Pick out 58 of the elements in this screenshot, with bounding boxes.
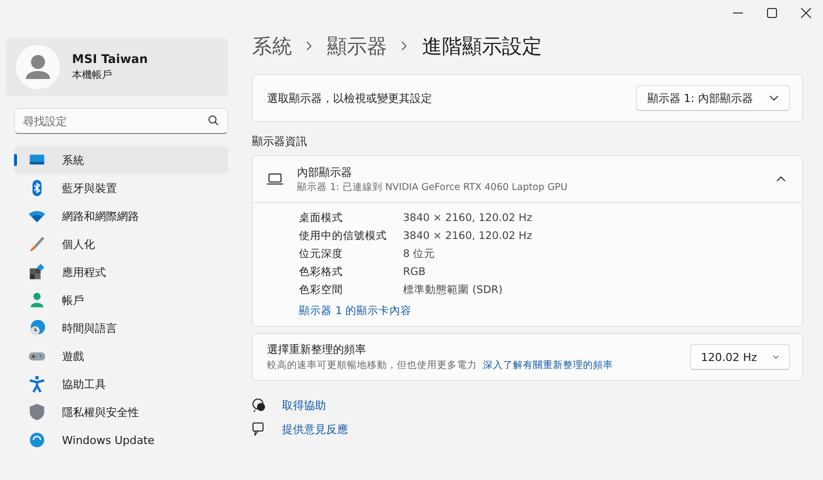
nav-item[interactable]: 網路和網際網路 bbox=[14, 202, 228, 230]
nav-item[interactable]: 個人化 bbox=[14, 230, 228, 258]
laptop-icon bbox=[267, 173, 283, 185]
display-name: 內部顯示器 bbox=[297, 164, 353, 180]
nav-item[interactable]: 帳戶 bbox=[14, 286, 228, 314]
account-name: MSI Taiwan bbox=[72, 52, 148, 66]
detail-value: 8 位元 bbox=[403, 247, 436, 261]
nav-item[interactable]: Windows Update bbox=[14, 426, 228, 454]
select-display-label: 選取顯示器，以檢視或變更其設定 bbox=[267, 90, 433, 106]
detail-label: 桌面模式 bbox=[299, 211, 344, 225]
detail-label: 色彩格式 bbox=[299, 265, 344, 279]
chevron-down-icon bbox=[773, 354, 779, 360]
nav-icon bbox=[28, 291, 46, 309]
nav-item[interactable]: 系統 bbox=[14, 146, 228, 174]
nav-icon bbox=[28, 319, 46, 337]
nav-item[interactable]: 應用程式 bbox=[14, 258, 228, 286]
refresh-rate-dropdown[interactable]: 120.02 Hz bbox=[690, 344, 790, 370]
account-type: 本機帳戶 bbox=[72, 68, 113, 82]
footer-link[interactable]: 取得協助 bbox=[282, 398, 326, 412]
refresh-rate-description: 較高的速率可更順暢地移動，但也使用更多電力 bbox=[267, 360, 477, 371]
chevron-icon bbox=[306, 41, 313, 51]
breadcrumb-item[interactable]: 系統 bbox=[252, 32, 292, 60]
footer-link[interactable]: 提供意見反應 bbox=[282, 422, 348, 436]
breadcrumb-item: 進階顯示設定 bbox=[422, 32, 542, 60]
detail-label: 使用中的信號模式 bbox=[299, 229, 388, 243]
detail-value: 3840 × 2160, 120.02 Hz bbox=[403, 230, 532, 242]
nav-icon bbox=[28, 375, 46, 393]
detail-value: 3840 × 2160, 120.02 Hz bbox=[403, 212, 532, 224]
chevron-icon bbox=[401, 41, 408, 51]
account-card[interactable]: MSI Taiwan 本機帳戶 bbox=[6, 38, 228, 96]
close-icon bbox=[801, 8, 811, 18]
nav-icon bbox=[28, 431, 46, 449]
nav-item[interactable]: 時間與語言 bbox=[14, 314, 228, 342]
breadcrumb-item[interactable]: 顯示器 bbox=[327, 32, 387, 60]
maximize-icon bbox=[767, 8, 777, 18]
refresh-rate-title: 選擇重新整理的頻率 bbox=[267, 342, 367, 357]
detail-value: 標準動態範圍 (SDR) bbox=[403, 283, 503, 297]
nav-icon bbox=[28, 403, 46, 421]
detail-label: 位元深度 bbox=[299, 247, 344, 261]
detail-value: RGB bbox=[403, 266, 426, 278]
nav-icon bbox=[28, 263, 46, 281]
nav-item[interactable]: 協助工具 bbox=[14, 370, 228, 398]
nav-item[interactable]: 遊戲 bbox=[14, 342, 228, 370]
learn-more-link[interactable]: 深入了解有關重新整理的頻率 bbox=[483, 360, 613, 371]
section-heading: 顯示器資訊 bbox=[252, 134, 308, 149]
display-dropdown[interactable]: 顯示器 1: 內部顯示器 bbox=[636, 85, 790, 111]
feedback-icon bbox=[252, 422, 266, 436]
adapter-properties-link[interactable]: 顯示器 1 的顯示卡內容 bbox=[299, 304, 412, 318]
detail-label: 色彩空間 bbox=[299, 283, 344, 297]
search-field[interactable]: 尋找設定 bbox=[14, 108, 228, 134]
display-connection: 顯示器 1: 已連線到 NVIDIA GeForce RTX 4060 Laptop GPU bbox=[297, 180, 568, 194]
search-icon bbox=[208, 115, 219, 126]
nav-item[interactable]: 藍牙與裝置 bbox=[14, 174, 228, 202]
help-icon bbox=[252, 398, 266, 412]
chevron-down-icon bbox=[769, 95, 779, 101]
chevron-up-icon bbox=[776, 176, 786, 182]
nav-item[interactable]: 隱私權與安全性 bbox=[14, 398, 228, 426]
nav-icon bbox=[28, 235, 46, 253]
